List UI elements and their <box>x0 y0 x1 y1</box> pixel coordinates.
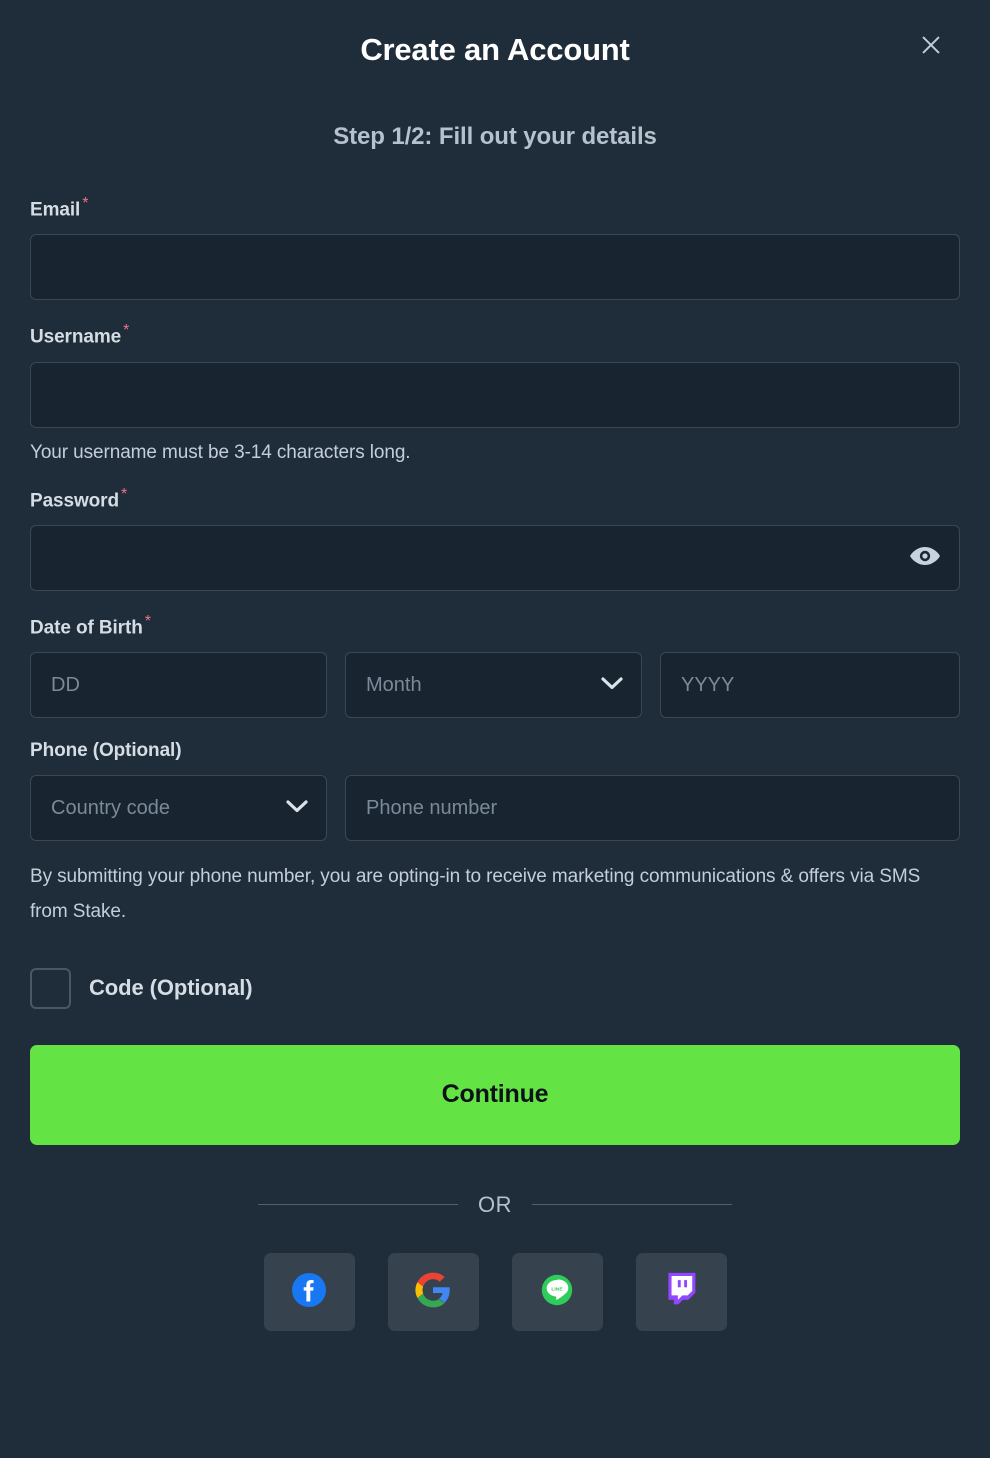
password-input[interactable] <box>30 524 960 591</box>
divider-line-right <box>532 1203 732 1206</box>
code-checkbox-label: Code (Optional) <box>89 975 253 1001</box>
dob-label-text: Date of Birth <box>30 617 143 639</box>
dob-month-value: Month <box>366 673 422 696</box>
code-checkbox-row[interactable]: Code (Optional) <box>30 967 960 1009</box>
phone-number-input[interactable] <box>345 775 960 842</box>
social-login-row: LINE <box>30 1252 960 1331</box>
svg-text:LINE: LINE <box>551 1286 563 1292</box>
chevron-down-icon <box>286 797 308 820</box>
social-login-twitch[interactable] <box>635 1252 727 1331</box>
code-checkbox[interactable] <box>30 967 71 1009</box>
username-label: Username * <box>30 322 960 348</box>
divider-line-left <box>258 1203 458 1206</box>
email-label: Email * <box>30 195 960 221</box>
eye-icon <box>909 544 941 571</box>
email-input[interactable] <box>30 234 960 301</box>
password-input-wrapper <box>30 524 960 591</box>
username-label-text: Username <box>30 326 122 348</box>
phone-label-text: Phone (Optional) <box>30 740 182 762</box>
username-input[interactable] <box>30 361 960 428</box>
facebook-icon <box>289 1270 329 1313</box>
continue-button[interactable]: Continue <box>30 1044 960 1145</box>
email-label-text: Email <box>30 199 81 221</box>
twitch-icon <box>663 1271 699 1312</box>
dob-label: Date of Birth * <box>30 613 960 639</box>
password-visibility-toggle[interactable] <box>908 543 942 573</box>
required-asterisk: * <box>82 195 89 212</box>
dob-day-input[interactable] <box>30 652 327 719</box>
close-icon <box>918 32 944 58</box>
required-asterisk: * <box>144 612 151 630</box>
create-account-modal: Create an Account Step 1/2: Fill out you… <box>0 0 990 1458</box>
page-title: Create an Account <box>360 32 630 67</box>
dob-field-group: Date of Birth* Month <box>30 613 960 719</box>
social-login-google[interactable] <box>387 1252 479 1331</box>
password-field-group: Password * <box>30 486 960 591</box>
email-field-group: Email * <box>30 195 960 301</box>
phone-disclaimer: By submitting your phone number, you are… <box>30 866 921 923</box>
username-field-group: Username * Your username must be 3-14 cha… <box>30 322 960 463</box>
dob-month-select[interactable]: Month <box>345 652 642 719</box>
phone-row: Country code <box>30 775 960 842</box>
social-login-line[interactable]: LINE <box>511 1252 603 1331</box>
divider-text: OR <box>478 1191 512 1217</box>
dob-year-input[interactable] <box>660 652 960 719</box>
country-code-value: Country code <box>51 796 170 819</box>
social-login-facebook[interactable] <box>263 1252 355 1331</box>
google-icon <box>414 1271 452 1312</box>
step-indicator: Step 1/2: Fill out your details <box>333 123 657 150</box>
required-asterisk: * <box>120 485 128 503</box>
phone-label: Phone (Optional) <box>30 740 960 762</box>
line-icon: LINE <box>538 1271 576 1312</box>
required-asterisk: * <box>123 322 130 340</box>
password-label: Password * <box>30 486 960 512</box>
modal-header: Create an Account <box>30 0 960 100</box>
phone-field-group: Phone (Optional) Country code By submitt… <box>30 740 960 929</box>
or-divider: OR <box>30 1192 960 1218</box>
chevron-down-icon <box>601 674 623 697</box>
country-code-select[interactable]: Country code <box>30 775 327 842</box>
username-helper-text: Your username must be 3-14 characters lo… <box>30 441 411 463</box>
close-button[interactable] <box>914 28 948 62</box>
password-label-text: Password <box>30 489 119 511</box>
dob-row: Month <box>30 652 960 719</box>
